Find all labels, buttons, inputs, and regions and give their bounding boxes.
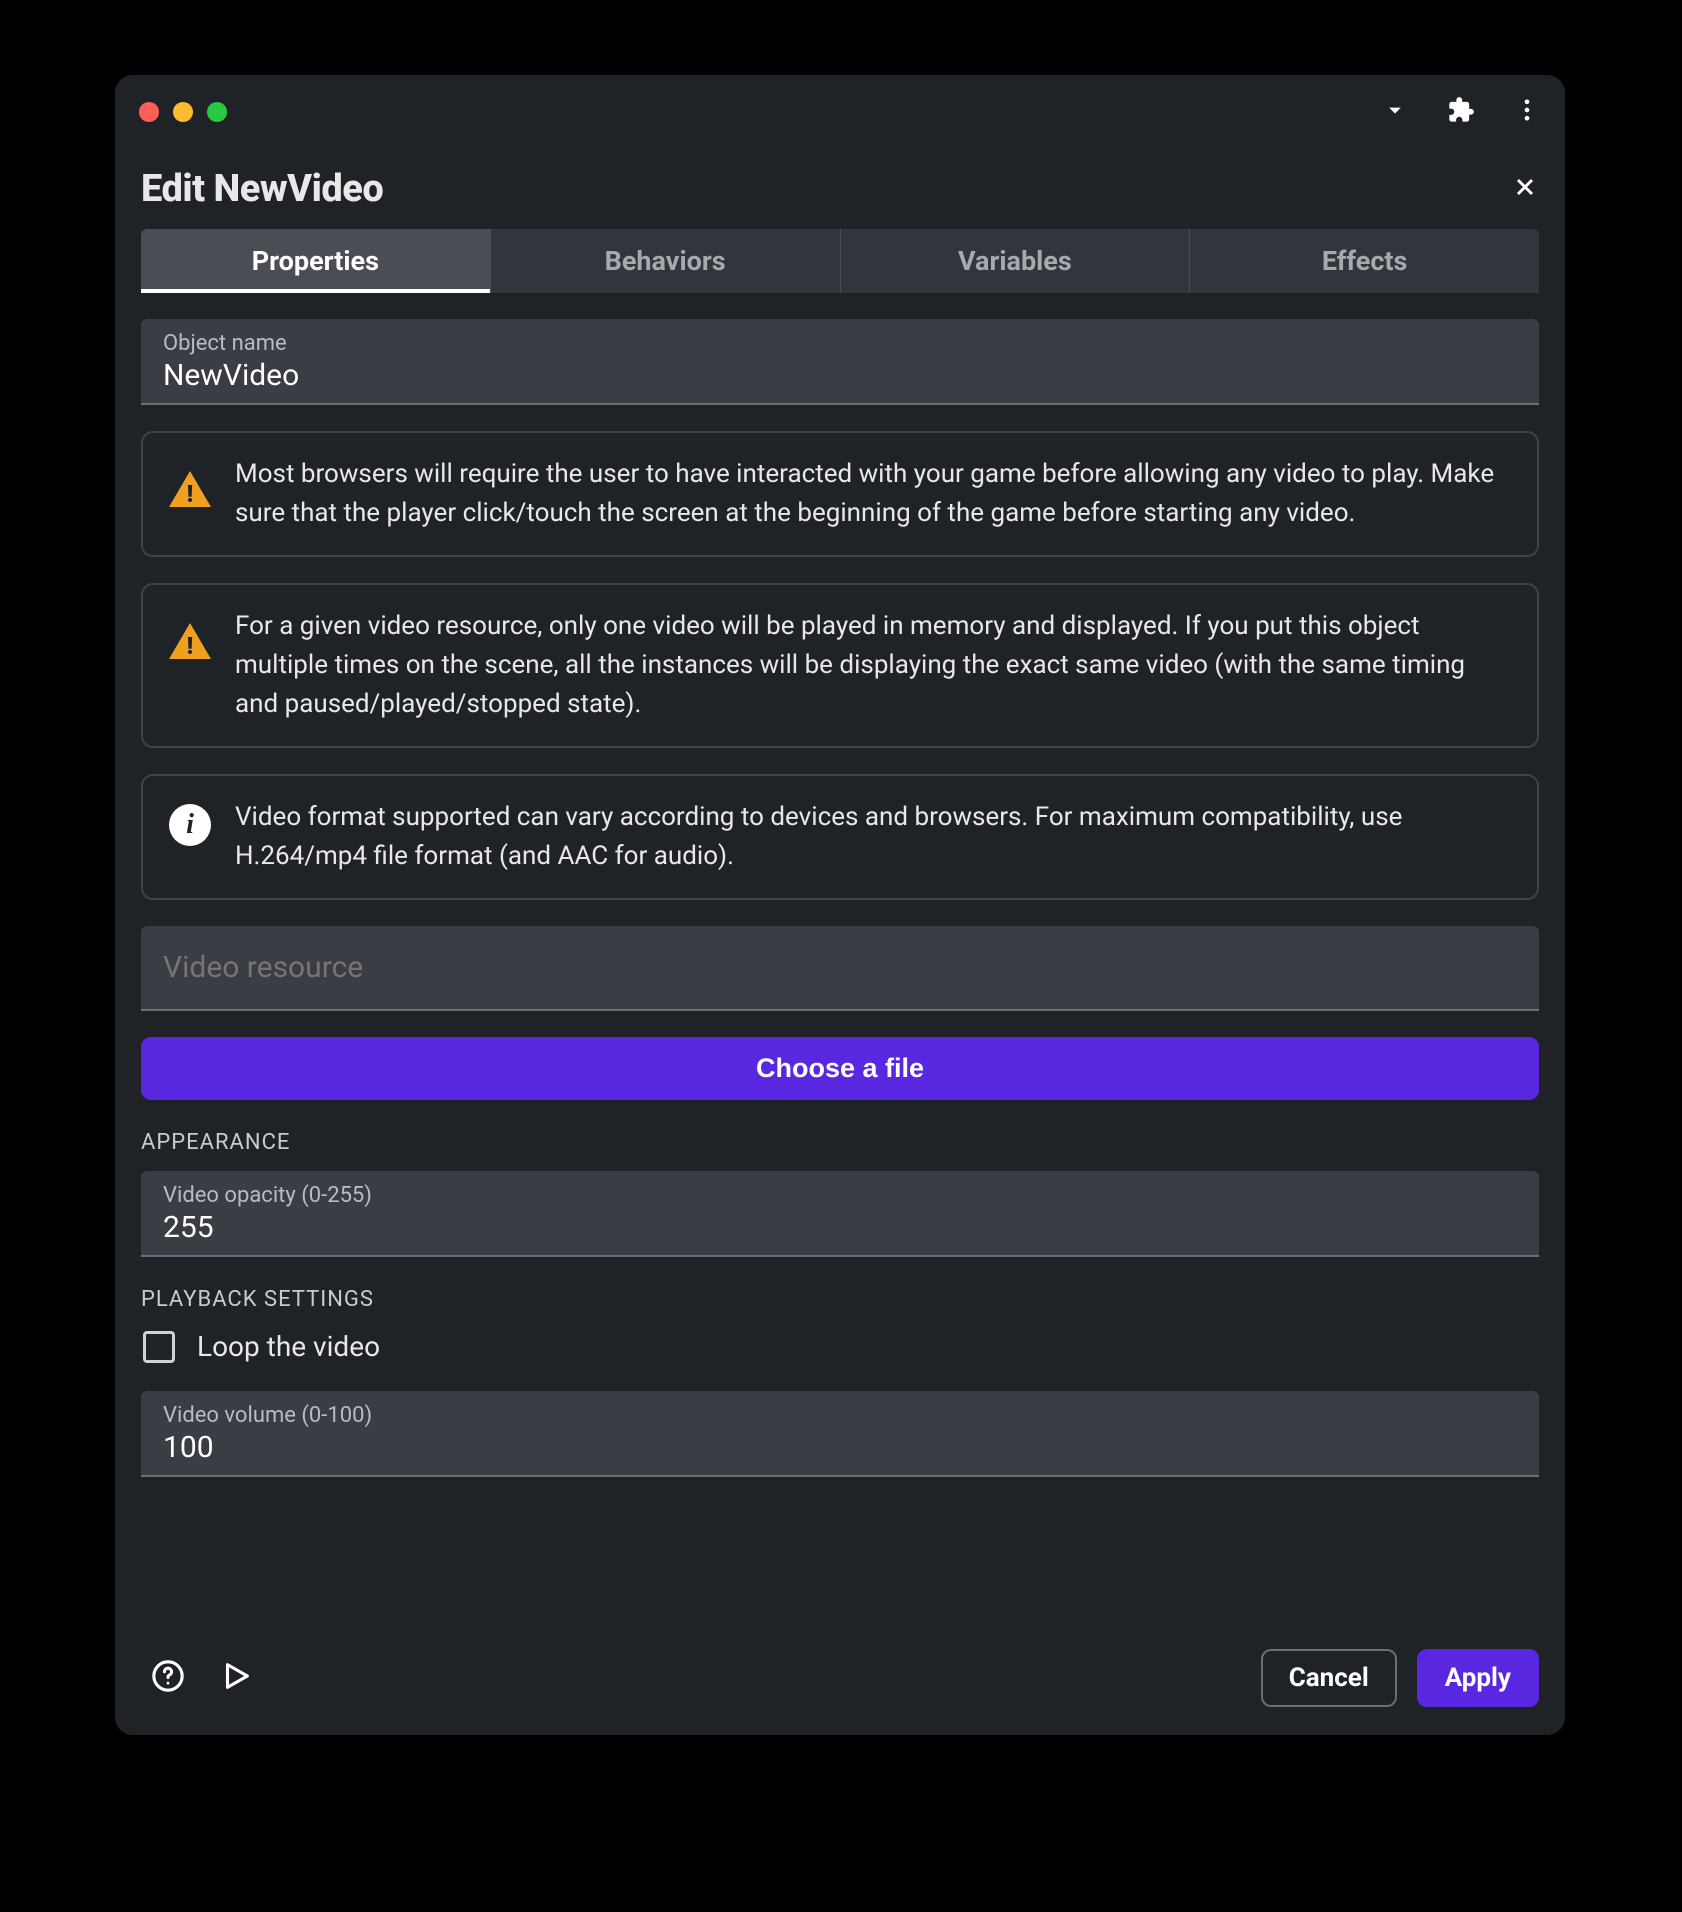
dialog-content: Object name Most browsers will require t…	[115, 293, 1565, 1627]
tab-bar: Properties Behaviors Variables Effects	[141, 229, 1539, 293]
object-name-input[interactable]	[163, 358, 1517, 393]
format-info-text: Video format supported can vary accordin…	[235, 798, 1513, 876]
chevron-down-icon[interactable]	[1381, 96, 1409, 128]
video-opacity-label: Video opacity (0-255)	[163, 1183, 1517, 1208]
close-icon[interactable]	[1511, 173, 1539, 205]
playback-section-label: PLAYBACK SETTINGS	[141, 1287, 1539, 1312]
video-volume-label: Video volume (0-100)	[163, 1403, 1517, 1428]
help-icon[interactable]	[151, 1659, 185, 1697]
tab-properties[interactable]: Properties	[141, 229, 491, 293]
video-volume-input[interactable]	[163, 1430, 1517, 1465]
play-icon[interactable]	[219, 1659, 253, 1697]
object-name-field[interactable]: Object name	[141, 319, 1539, 405]
format-info-callout: i Video format supported can vary accord…	[141, 774, 1539, 900]
instance-warning-callout: For a given video resource, only one vid…	[141, 583, 1539, 748]
dialog-window: Edit NewVideo Properties Behaviors Varia…	[115, 75, 1565, 1735]
window-close-button[interactable]	[139, 102, 159, 122]
video-opacity-input[interactable]	[163, 1210, 1517, 1245]
instance-warning-text: For a given video resource, only one vid…	[235, 607, 1513, 724]
info-icon: i	[169, 804, 211, 846]
loop-checkbox[interactable]	[143, 1331, 175, 1363]
extension-icon[interactable]	[1447, 96, 1475, 128]
warning-icon	[169, 623, 211, 659]
tab-behaviors[interactable]: Behaviors	[491, 229, 841, 293]
titlebar	[115, 75, 1565, 149]
window-zoom-button[interactable]	[207, 102, 227, 122]
video-resource-input[interactable]	[163, 950, 1517, 985]
loop-checkbox-label: Loop the video	[197, 1330, 380, 1363]
video-volume-field[interactable]: Video volume (0-100)	[141, 1391, 1539, 1477]
object-name-label: Object name	[163, 331, 1517, 356]
tab-variables[interactable]: Variables	[841, 229, 1191, 293]
dialog-header: Edit NewVideo	[115, 149, 1565, 229]
window-minimize-button[interactable]	[173, 102, 193, 122]
cancel-button[interactable]: Cancel	[1261, 1649, 1397, 1707]
video-resource-field[interactable]	[141, 926, 1539, 1011]
more-icon[interactable]	[1513, 96, 1541, 128]
loop-checkbox-row[interactable]: Loop the video	[141, 1328, 1539, 1365]
dialog-footer: Cancel Apply	[115, 1627, 1565, 1735]
tab-effects[interactable]: Effects	[1190, 229, 1539, 293]
dialog-title: Edit NewVideo	[141, 167, 383, 211]
choose-file-button[interactable]: Choose a file	[141, 1037, 1539, 1100]
appearance-section-label: APPEARANCE	[141, 1130, 1539, 1155]
window-controls	[139, 102, 227, 122]
browser-warning-callout: Most browsers will require the user to h…	[141, 431, 1539, 557]
browser-warning-text: Most browsers will require the user to h…	[235, 455, 1513, 533]
apply-button[interactable]: Apply	[1417, 1649, 1539, 1707]
video-opacity-field[interactable]: Video opacity (0-255)	[141, 1171, 1539, 1257]
warning-icon	[169, 471, 211, 507]
